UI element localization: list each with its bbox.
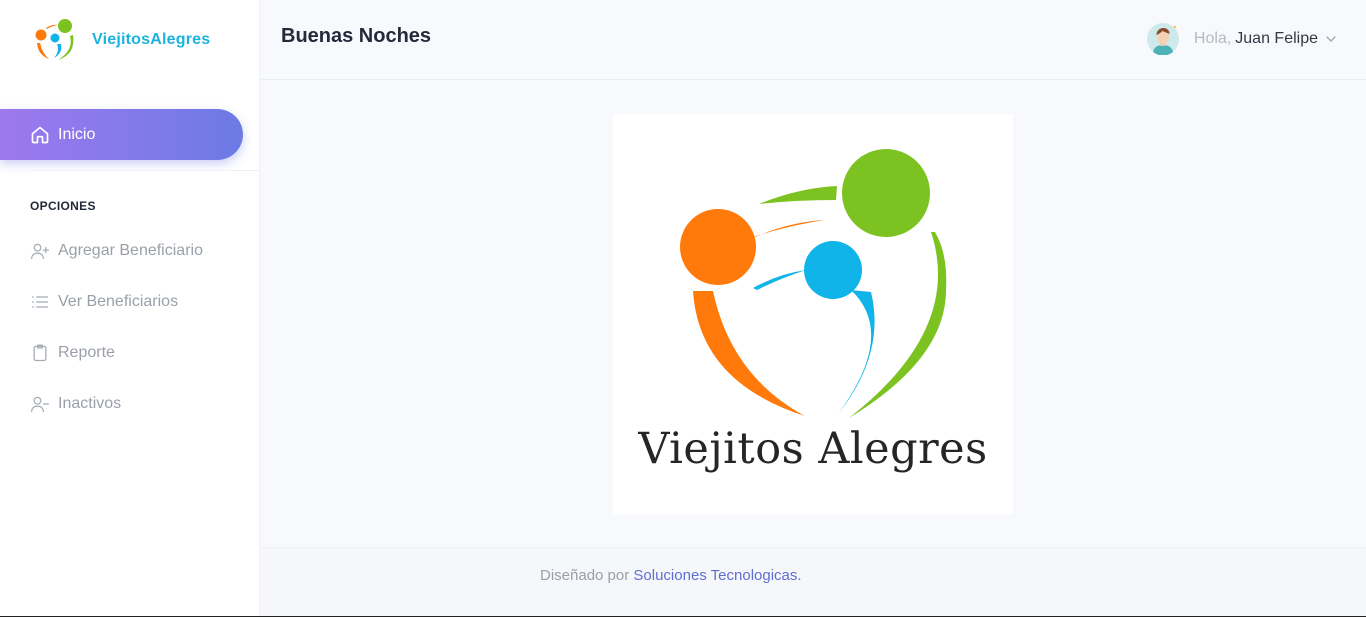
- logo-card: Viejitos Alegres: [613, 114, 1013, 514]
- nav-item-label: Inactivos: [58, 395, 122, 412]
- greeting: Hola,: [1193, 30, 1232, 47]
- footer-link[interactable]: Soluciones Tecnologicas.: [633, 567, 801, 584]
- brand-name: ViejitosAlegres: [92, 31, 211, 48]
- user-plus-icon: [31, 243, 49, 260]
- nav-item-ver-beneficiarios[interactable]: Ver Beneficiarios: [30, 290, 178, 314]
- footer-text: Diseñado por Soluciones Tecnologicas.: [540, 567, 802, 584]
- user-avatar-icon: [1146, 23, 1179, 55]
- home-icon: [31, 126, 49, 143]
- section-title: OPCIONES: [30, 199, 96, 213]
- page-title: Buenas Noches: [281, 25, 432, 47]
- logo-caption: Viejitos Alegres: [638, 424, 988, 474]
- user-menu[interactable]: Hola, Juan Felipe: [1146, 22, 1338, 56]
- nav-item-label: Ver Beneficiarios: [58, 293, 179, 310]
- nav-item-inactivos[interactable]: Inactivos: [30, 392, 121, 416]
- nav-item-reporte[interactable]: Reporte: [30, 341, 115, 365]
- nav-item-label: Agregar Beneficiario: [58, 242, 203, 259]
- footer-prefix: Diseñado por: [540, 567, 630, 584]
- user-name: Juan Felipe: [1235, 30, 1318, 47]
- nav-item-label: Reporte: [58, 344, 115, 361]
- topbar: Buenas Noches Hola, Juan Felipe: [261, 0, 1366, 80]
- footer: Diseñado por Soluciones Tecnologicas.: [261, 548, 1366, 616]
- viejitos-alegres-logo: [680, 149, 947, 418]
- sidebar: ViejitosAlegres Inicio OPCIONES Agregar …: [0, 0, 260, 616]
- chevron-down-icon: [1326, 36, 1336, 42]
- nav-item-inicio[interactable]: Inicio: [0, 109, 243, 160]
- clipboard-icon: [33, 344, 47, 362]
- nav-item-label: Inicio: [58, 125, 96, 143]
- sidebar-divider: [30, 170, 260, 171]
- viejitos-alegres-logo-icon: [35, 19, 74, 60]
- brand[interactable]: ViejitosAlegres: [32, 18, 210, 62]
- list-icon: [31, 296, 49, 308]
- nav-item-agregar-beneficiario[interactable]: Agregar Beneficiario: [30, 239, 203, 263]
- user-minus-icon: [31, 396, 49, 413]
